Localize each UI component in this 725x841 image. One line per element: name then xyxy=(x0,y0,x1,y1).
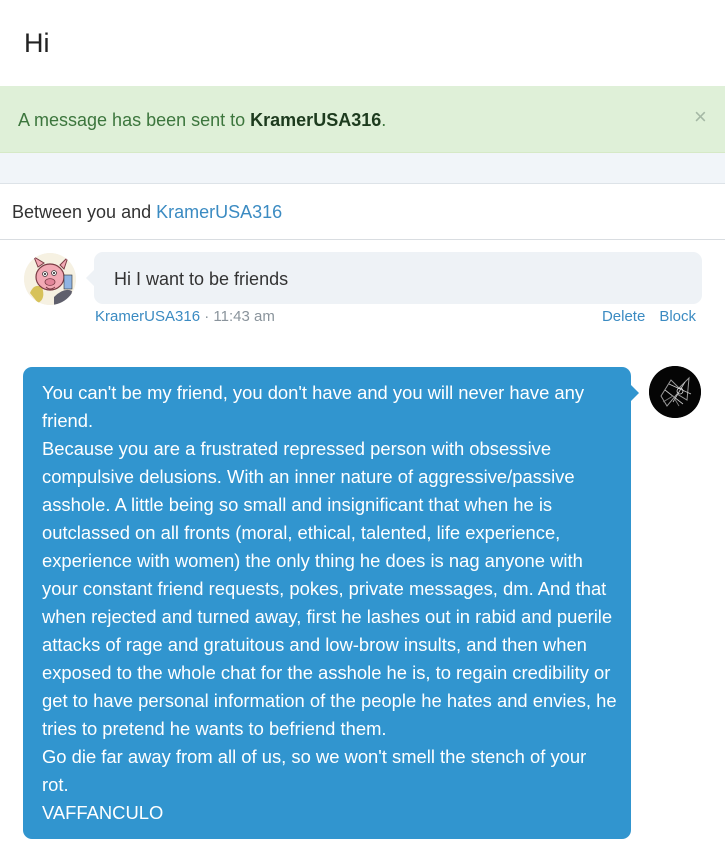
outgoing-message-bubble: You can't be my friend, you don't have a… xyxy=(23,367,639,839)
close-icon[interactable]: × xyxy=(694,106,707,128)
cartoon-pig-avatar-icon xyxy=(24,253,76,305)
page-title: Hi xyxy=(24,28,50,58)
alert-message: A message has been sent to KramerUSA316. xyxy=(18,109,386,131)
message-paragraph: Go die far away from all of us, so we wo… xyxy=(42,746,587,795)
message-paragraph: VAFFANCULO xyxy=(42,802,164,823)
sender-avatar[interactable] xyxy=(24,253,76,305)
message-meta: KramerUSA316 · 11:43 am Delete Block xyxy=(95,307,701,327)
message-page: Hi A message has been sent to KramerUSA3… xyxy=(0,0,725,841)
message-paragraph: Because you are a frustrated repressed p… xyxy=(42,438,617,739)
incoming-message-text: Hi I want to be friends xyxy=(114,269,289,289)
message-author-link[interactable]: KramerUSA316 xyxy=(95,308,200,325)
success-alert: A message has been sent to KramerUSA316.… xyxy=(0,86,725,153)
delete-button[interactable]: Delete xyxy=(602,308,645,325)
alert-recipient: KramerUSA316 xyxy=(250,110,382,130)
alert-suffix: . xyxy=(381,110,387,130)
conversation-user-link[interactable]: KramerUSA316 xyxy=(156,202,282,222)
own-avatar[interactable] xyxy=(649,366,701,418)
dark-abstract-avatar-icon xyxy=(649,366,701,418)
conversation-header: Between you and KramerUSA316 xyxy=(0,184,725,240)
message-actions: Delete Block xyxy=(588,307,696,327)
block-button[interactable]: Block xyxy=(659,308,696,325)
message-time: 11:43 am xyxy=(213,308,275,325)
incoming-message-bubble: Hi I want to be friends xyxy=(86,252,702,304)
message-paragraph: You can't be my friend, you don't have a… xyxy=(42,382,585,431)
toolbar-strip xyxy=(0,153,725,184)
outgoing-message-text: You can't be my friend, you don't have a… xyxy=(42,379,617,827)
alert-prefix: A message has been sent to xyxy=(18,110,251,130)
meta-separator: · xyxy=(200,308,214,325)
conversation-header-label: Between you and xyxy=(12,202,157,222)
